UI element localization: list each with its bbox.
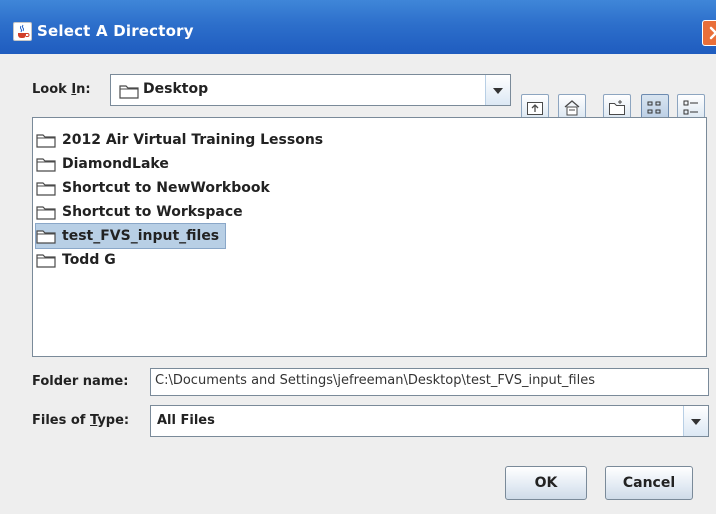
chevron-down-icon bbox=[493, 88, 503, 94]
file-name: Shortcut to NewWorkbook bbox=[62, 180, 270, 196]
select-directory-dialog: Select A Directory Look In: Desktop 2012… bbox=[0, 0, 716, 514]
folder-icon bbox=[36, 132, 56, 148]
list-item[interactable]: Shortcut to NewWorkbook bbox=[36, 176, 276, 200]
folder-icon bbox=[119, 83, 139, 99]
title-bar[interactable]: Select A Directory bbox=[0, 0, 716, 54]
folder-icon bbox=[36, 228, 56, 244]
file-name: 2012 Air Virtual Training Lessons bbox=[62, 132, 324, 148]
ok-button[interactable]: OK bbox=[505, 466, 587, 500]
list-item[interactable]: DiamondLake bbox=[36, 152, 175, 176]
list-item[interactable]: test_FVS_input_files bbox=[34, 223, 227, 249]
close-button[interactable] bbox=[702, 20, 716, 46]
window-title: Select A Directory bbox=[37, 22, 194, 40]
folder-icon bbox=[36, 252, 56, 268]
look-in-label-text: Look bbox=[32, 82, 72, 97]
files-of-type-dropdown-button[interactable] bbox=[683, 406, 708, 436]
look-in-label-suffix: n: bbox=[76, 82, 91, 97]
up-one-level-icon bbox=[527, 102, 543, 115]
files-of-type-combo[interactable]: All Files bbox=[150, 405, 709, 437]
list-item[interactable]: 2012 Air Virtual Training Lessons bbox=[36, 128, 329, 152]
look-in-combo[interactable]: Desktop bbox=[110, 74, 511, 106]
home-icon bbox=[564, 100, 580, 116]
folder-name-field[interactable]: C:\Documents and Settings\jefreeman\Desk… bbox=[150, 368, 709, 396]
files-of-type-label-suffix: ype: bbox=[97, 413, 130, 428]
look-in-label: Look In: bbox=[32, 82, 91, 97]
folder-name-value: C:\Documents and Settings\jefreeman\Desk… bbox=[155, 373, 595, 388]
look-in-dropdown-button[interactable] bbox=[485, 75, 510, 105]
file-name: Shortcut to Workspace bbox=[62, 204, 243, 220]
folder-icon bbox=[36, 156, 56, 172]
list-item[interactable]: Shortcut to Workspace bbox=[36, 200, 249, 224]
files-of-type-label: Files of Type: bbox=[32, 413, 129, 428]
java-cup-icon bbox=[13, 22, 32, 41]
file-name: DiamondLake bbox=[62, 156, 169, 172]
file-list[interactable]: 2012 Air Virtual Training Lessons Diamond… bbox=[32, 117, 707, 357]
close-icon bbox=[709, 26, 716, 40]
folder-name-label: Folder name: bbox=[32, 374, 129, 389]
new-folder-icon bbox=[609, 100, 625, 115]
file-name: test_FVS_input_files bbox=[62, 228, 220, 244]
look-in-value: Desktop bbox=[143, 81, 209, 97]
folder-icon bbox=[36, 204, 56, 220]
chevron-down-icon bbox=[691, 419, 701, 425]
file-name: Todd G bbox=[62, 252, 116, 268]
list-item[interactable]: Todd G bbox=[36, 248, 122, 272]
details-view-icon bbox=[683, 100, 698, 115]
files-of-type-label-text: Files of bbox=[32, 413, 90, 428]
cancel-button[interactable]: Cancel bbox=[605, 466, 693, 500]
folder-icon bbox=[36, 180, 56, 196]
files-of-type-value: All Files bbox=[157, 413, 215, 428]
list-view-icon bbox=[647, 101, 661, 114]
